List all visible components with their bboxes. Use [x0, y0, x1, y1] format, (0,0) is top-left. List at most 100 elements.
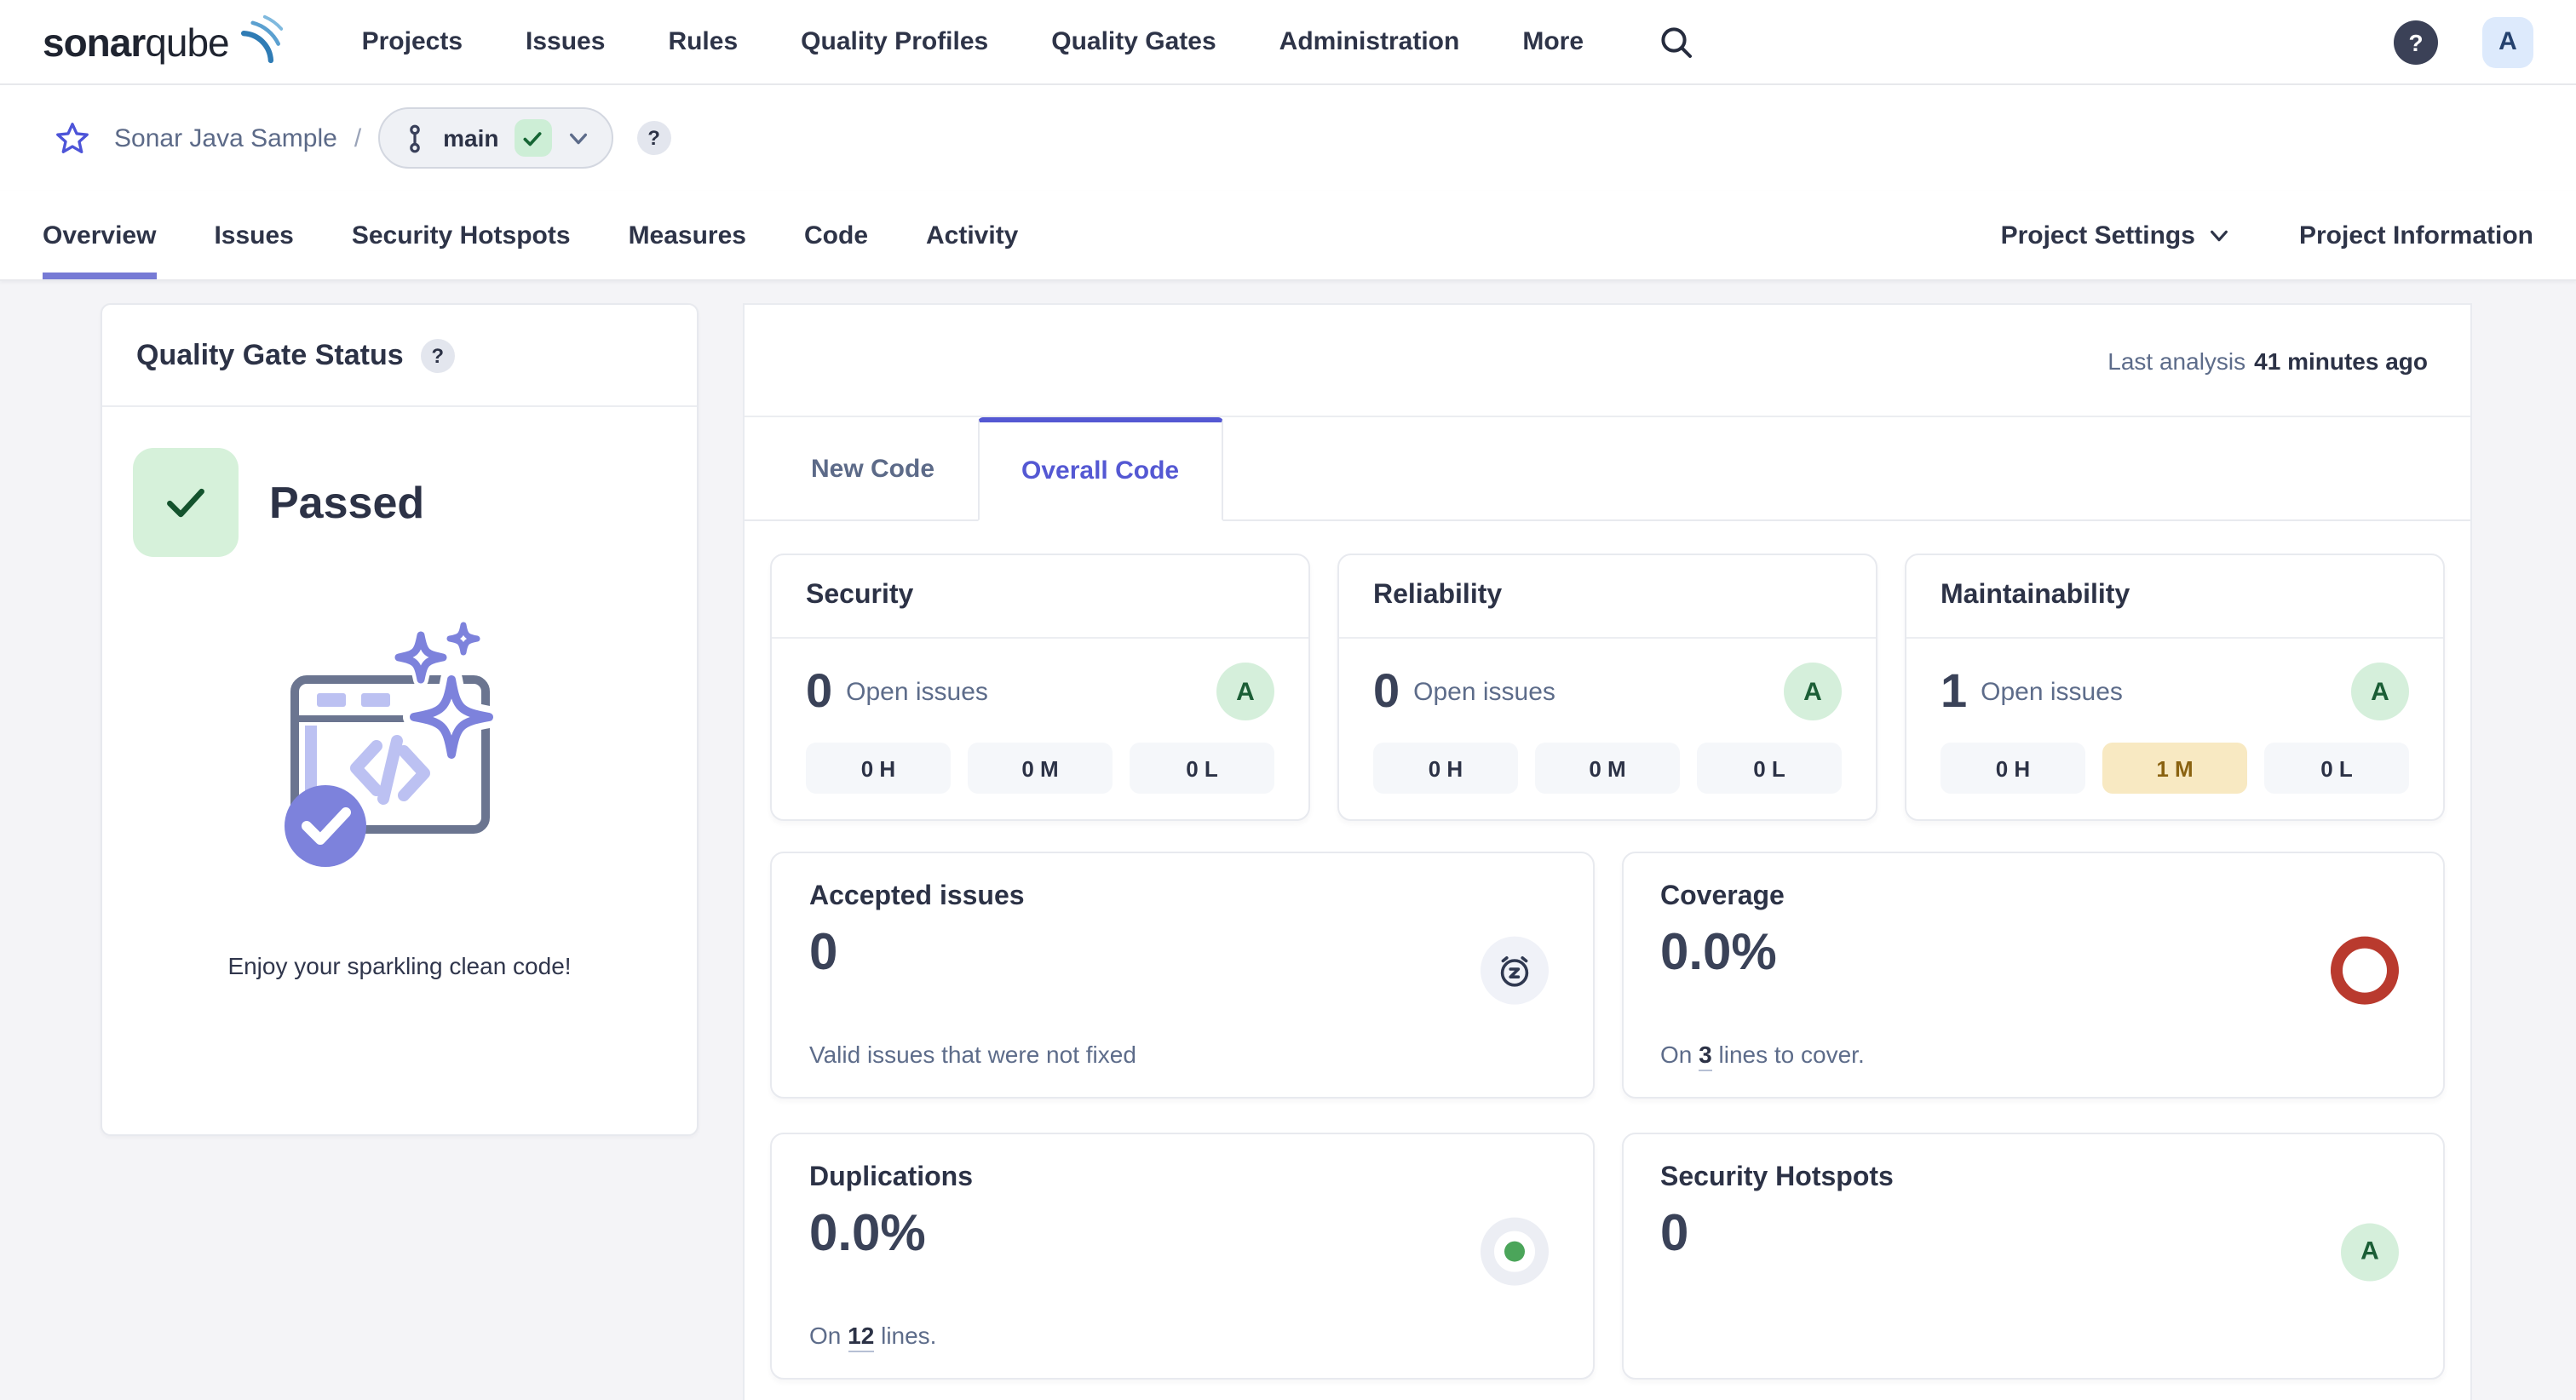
nav-quality-gates[interactable]: Quality Gates — [1051, 27, 1216, 56]
maintainability-open-issues-count[interactable]: 1 — [1941, 663, 1967, 720]
reliability-title: Reliability — [1373, 581, 1502, 610]
branch-help-icon[interactable]: ? — [637, 121, 671, 155]
duplications-lines-count[interactable]: 12 — [848, 1322, 874, 1352]
tab-security-hotspots[interactable]: Security Hotspots — [352, 191, 571, 279]
topnav-right: ? A — [2394, 16, 2533, 67]
severity-pill-low[interactable]: 0 L — [1130, 743, 1274, 794]
quality-gate-status: Passed — [102, 407, 697, 557]
top-navbar: sonarqube Projects Issues Rules Quality … — [0, 0, 2576, 85]
duplications-caption: On 12 lines. — [809, 1322, 1555, 1349]
quality-gate-card: Quality Gate Status ? Passed — [101, 303, 699, 1136]
quality-gate-title: Quality Gate Status — [136, 338, 404, 372]
maintainability-card: Maintainability 1 Open issues A 0 H 1 M — [1905, 554, 2445, 821]
tab-overview[interactable]: Overview — [43, 191, 156, 279]
coverage-value[interactable]: 0.0% — [1660, 925, 2406, 983]
coverage-lines-count[interactable]: 3 — [1699, 1041, 1712, 1071]
severity-pill-medium[interactable]: 0 M — [968, 743, 1113, 794]
sonarqube-logo[interactable]: sonarqube — [43, 16, 284, 67]
duplications-caption-prefix: On — [809, 1322, 848, 1349]
maintainability-severity-pills: 0 H 1 M 0 L — [1941, 743, 2409, 794]
reliability-severity-pills: 0 H 0 M 0 L — [1373, 743, 1842, 794]
maintainability-body: 1 Open issues A 0 H 1 M 0 L — [1906, 639, 2443, 794]
duplications-ring-icon — [1480, 1217, 1548, 1285]
coverage-caption-prefix: On — [1660, 1041, 1699, 1068]
security-title: Security — [806, 581, 913, 610]
search-icon[interactable] — [1657, 23, 1694, 60]
nav-more[interactable]: More — [1522, 27, 1584, 56]
nav-issues[interactable]: Issues — [526, 27, 605, 56]
security-open-issues-label: Open issues — [846, 677, 988, 706]
accepted-issues-title: Accepted issues — [809, 882, 1555, 913]
security-hotspots-title: Security Hotspots — [1660, 1163, 2406, 1194]
coverage-card: Coverage 0.0% On 3 lines to cover. — [1621, 852, 2445, 1099]
severity-pill-high[interactable]: 0 H — [1373, 743, 1518, 794]
tab-issues[interactable]: Issues — [214, 191, 293, 279]
branch-icon — [402, 123, 428, 152]
project-tabs-bar: Overview Issues Security Hotspots Measur… — [0, 191, 2576, 281]
clean-code-message: Enjoy your sparkling clean code! — [102, 952, 697, 979]
security-hotspots-card: Security Hotspots 0 A — [1621, 1133, 2445, 1380]
chevron-down-icon — [2209, 224, 2231, 246]
reliability-body: 0 Open issues A 0 H 0 M 0 L — [1339, 639, 1876, 794]
last-analysis-label: Last analysis — [2107, 347, 2245, 374]
severity-pill-high[interactable]: 0 H — [806, 743, 951, 794]
ratings-row: Security 0 Open issues A 0 H 0 M — [770, 554, 2445, 821]
project-information-button[interactable]: Project Information — [2299, 221, 2533, 250]
security-severity-pills: 0 H 0 M 0 L — [806, 743, 1274, 794]
nav-quality-profiles[interactable]: Quality Profiles — [801, 27, 988, 56]
security-header: Security — [772, 555, 1308, 639]
severity-pill-medium[interactable]: 1 M — [2102, 743, 2247, 794]
project-settings-menu[interactable]: Project Settings — [2001, 221, 2231, 250]
duplications-value[interactable]: 0.0% — [809, 1206, 1555, 1264]
favorite-star-icon[interactable] — [55, 120, 90, 156]
duplications-title: Duplications — [809, 1163, 1555, 1194]
maintainability-open-issues-label: Open issues — [1981, 677, 2123, 706]
security-open-issues-count[interactable]: 0 — [806, 663, 832, 720]
nav-projects[interactable]: Projects — [362, 27, 463, 56]
quality-gate-status-label: Passed — [269, 476, 424, 529]
accepted-issues-card: Accepted issues 0 Valid issues that were… — [770, 852, 1594, 1099]
branch-name: main — [443, 124, 498, 152]
severity-pill-medium[interactable]: 0 M — [1535, 743, 1680, 794]
branch-selector[interactable]: main — [378, 107, 612, 169]
avatar[interactable]: A — [2482, 16, 2533, 67]
tab-overall-code[interactable]: Overall Code — [977, 417, 1223, 521]
issues-coverage-row: Accepted issues 0 Valid issues that were… — [770, 852, 2445, 1099]
coverage-title: Coverage — [1660, 882, 2406, 913]
reliability-rating-badge: A — [1784, 663, 1842, 720]
code-scope-tabs: New Code Overall Code — [745, 417, 2470, 521]
main-nav: Projects Issues Rules Quality Profiles Q… — [362, 23, 1694, 60]
severity-pill-low[interactable]: 0 L — [2264, 743, 2409, 794]
sonarqube-app: sonarqube Projects Issues Rules Quality … — [0, 0, 2576, 1400]
chevron-down-icon — [567, 127, 589, 149]
logo-qube: qube — [145, 20, 228, 64]
help-icon[interactable]: ? — [2394, 20, 2438, 64]
project-information-label: Project Information — [2299, 221, 2533, 250]
overall-code-content: Security 0 Open issues A 0 H 0 M — [745, 521, 2470, 1400]
nav-administration[interactable]: Administration — [1279, 27, 1460, 56]
security-body: 0 Open issues A 0 H 0 M 0 L — [772, 639, 1308, 794]
project-name-link[interactable]: Sonar Java Sample — [114, 123, 337, 152]
measures-panel: Last analysis 41 minutes ago New Code Ov… — [743, 303, 2472, 1400]
tab-measures[interactable]: Measures — [629, 191, 746, 279]
passed-check-icon — [133, 448, 239, 557]
clean-code-illustration — [270, 622, 529, 881]
security-hotspots-count[interactable]: 0 — [1660, 1206, 2406, 1264]
reliability-open-issues-count[interactable]: 0 — [1373, 663, 1400, 720]
last-analysis-value: 41 minutes ago — [2254, 347, 2428, 374]
accepted-issues-count[interactable]: 0 — [809, 925, 1555, 983]
reliability-header: Reliability — [1339, 555, 1876, 639]
last-analysis: Last analysis 41 minutes ago — [745, 305, 2470, 417]
tab-activity[interactable]: Activity — [926, 191, 1018, 279]
maintainability-header: Maintainability — [1906, 555, 2443, 639]
logo-text: sonarqube — [43, 16, 229, 67]
coverage-caption-suffix: lines to cover. — [1712, 1041, 1865, 1068]
nav-rules[interactable]: Rules — [668, 27, 738, 56]
quality-gate-help-icon[interactable]: ? — [421, 338, 455, 372]
tab-code[interactable]: Code — [804, 191, 868, 279]
severity-pill-low[interactable]: 0 L — [1697, 743, 1842, 794]
branch-status-passed-icon — [515, 119, 552, 157]
security-card: Security 0 Open issues A 0 H 0 M — [770, 554, 1310, 821]
tab-new-code[interactable]: New Code — [768, 417, 977, 519]
severity-pill-high[interactable]: 0 H — [1941, 743, 2085, 794]
